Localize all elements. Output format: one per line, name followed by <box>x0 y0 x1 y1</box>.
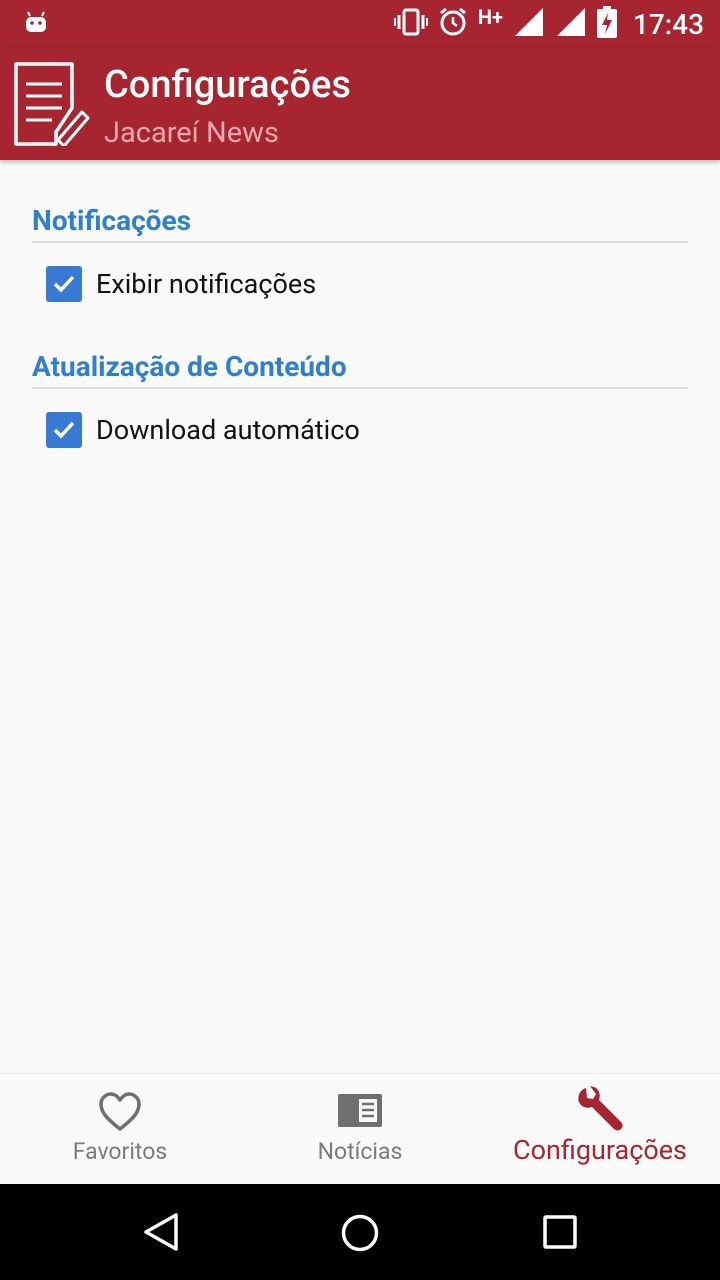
category-atualizacao: Atualização de Conteúdo <box>32 350 688 389</box>
nav-favoritos[interactable]: Favoritos <box>0 1074 240 1185</box>
nav-noticias[interactable]: Notícias <box>240 1074 480 1185</box>
network-type: H+ <box>477 5 503 29</box>
category-title: Atualização de Conteúdo <box>32 350 347 383</box>
pref-download-automatico[interactable]: Download automático <box>46 412 360 448</box>
back-icon[interactable] <box>142 1212 180 1256</box>
news-icon <box>337 1092 383 1132</box>
app-bar: Configurações Jacareí News <box>0 48 720 160</box>
nav-label: Notícias <box>317 1138 403 1165</box>
nav-label: Favoritos <box>72 1138 168 1165</box>
recents-icon[interactable] <box>543 1215 577 1253</box>
category-title: Notificações <box>32 204 191 237</box>
nav-configuracoes[interactable]: Configurações <box>480 1074 720 1185</box>
alarm-icon <box>438 7 468 41</box>
page-subtitle: Jacareí News <box>104 116 279 150</box>
home-icon[interactable] <box>340 1213 380 1257</box>
pref-label: Download automático <box>96 414 360 446</box>
page-title: Configurações <box>104 63 351 107</box>
checkbox-checked-icon[interactable] <box>46 412 82 448</box>
category-notificacoes: Notificações <box>32 204 688 243</box>
clock: 17:43 <box>632 7 704 41</box>
heart-icon <box>98 1092 142 1136</box>
wrench-icon <box>576 1086 624 1136</box>
nav-label: Configurações <box>513 1134 687 1166</box>
signal-icon <box>555 6 587 42</box>
vibrate-icon <box>393 8 428 40</box>
battery-charging-icon <box>596 6 617 42</box>
android-icon <box>24 10 48 38</box>
status-bar: H+ 17:43 <box>0 0 720 48</box>
checkbox-checked-icon[interactable] <box>46 266 82 302</box>
bottom-navigation: Favoritos Notícias Configurações <box>0 1073 720 1185</box>
note-edit-icon <box>12 62 92 150</box>
pref-label: Exibir notificações <box>96 268 317 300</box>
pref-exibir-notificacoes[interactable]: Exibir notificações <box>46 266 316 302</box>
signal-icon <box>513 6 545 42</box>
system-nav-bar <box>0 1184 720 1280</box>
